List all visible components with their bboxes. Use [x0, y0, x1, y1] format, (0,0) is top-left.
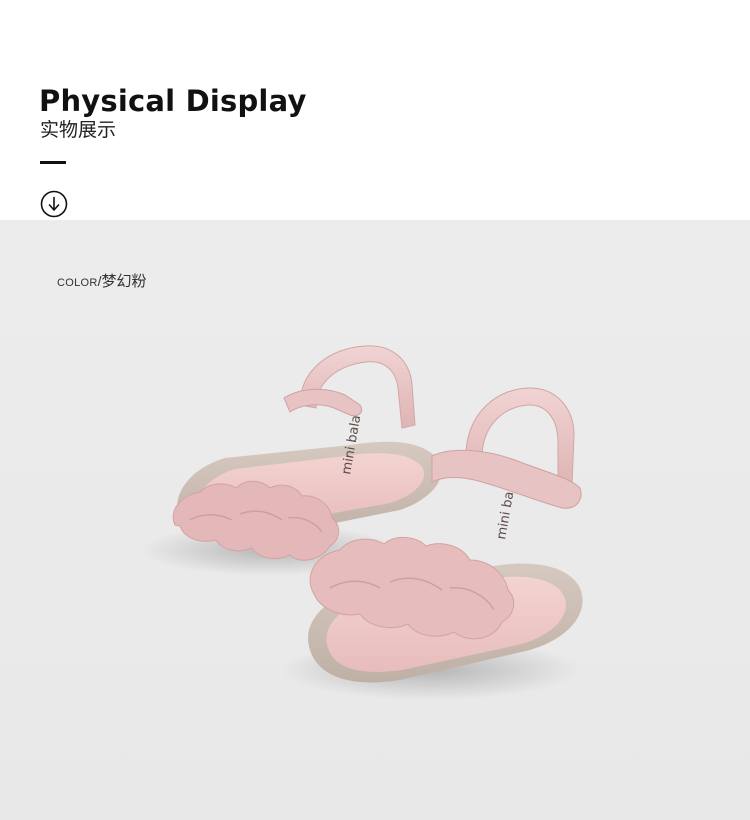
- arrow-down-circle-icon: [40, 190, 68, 218]
- title-accent-bar: [40, 161, 66, 164]
- sandals-illustration: mini bala mini bala: [140, 345, 583, 700]
- section-header: Physical Display 实物展示: [0, 0, 750, 220]
- section-title-english: Physical Display: [39, 84, 307, 118]
- section-title-chinese: 实物展示: [40, 119, 117, 141]
- product-detail-page: Physical Display 实物展示 COLOR/梦幻粉 mini bal…: [0, 0, 750, 820]
- left-ankle-strap: [283, 388, 363, 417]
- product-photo: COLOR/梦幻粉 mini bala mini bala: [0, 220, 750, 820]
- left-sandal: mini bala: [172, 345, 442, 561]
- scroll-down-button[interactable]: [40, 190, 68, 218]
